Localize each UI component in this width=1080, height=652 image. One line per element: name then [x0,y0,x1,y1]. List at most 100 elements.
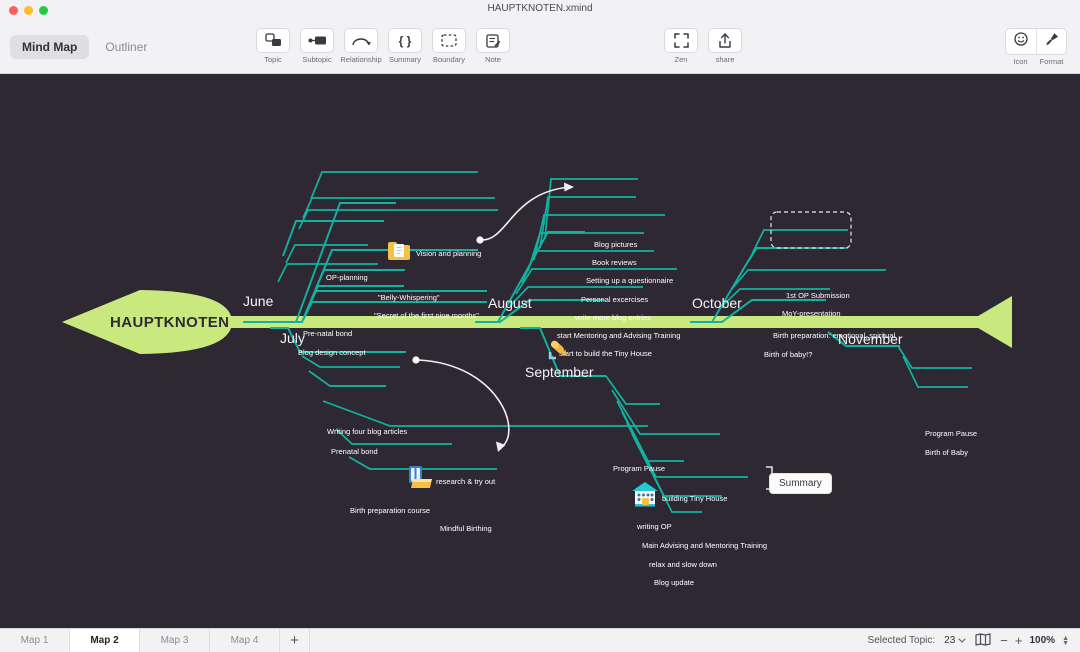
node-august-2[interactable]: Book reviews [592,259,637,267]
summary-icon: { } [388,28,422,53]
month-august-label[interactable]: August [488,296,532,310]
mindmap-graphics [62,171,1012,513]
node-august-4[interactable]: Personal excercises [581,296,648,304]
view-mode-switch: Mind Map Outliner [10,35,159,59]
node-november-2[interactable]: Birth of Baby [925,449,968,457]
brush-icon [1045,32,1059,51]
xmind-window: HAUPTKNOTEN.xmind Mind Map Outliner Topi… [0,0,1080,652]
node-september-house-label[interactable]: building Tiny House [662,495,727,503]
icon-panel-label: Icon [1013,57,1028,66]
map-overview-icon[interactable] [975,632,991,649]
zen-button[interactable]: Zen [661,28,701,64]
node-june-2[interactable]: "Belly-Whispering" [378,294,440,302]
map-tab-4[interactable]: Map 4 [210,629,280,652]
node-june-4[interactable]: Pre-natal bond [303,330,352,338]
relationship-icon [344,28,378,53]
node-august-1[interactable]: Blog pictures [594,241,637,249]
insert-tools-group: Topic Subtopic Relationship {} Summary … [253,28,513,64]
node-august-5[interactable]: write more blog entries [575,314,651,322]
map-tab-2[interactable]: Map 2 [70,629,140,652]
node-september-4[interactable]: relax and slow down [649,561,717,569]
share-button[interactable]: share [705,28,745,64]
format-panel-label: Format [1039,57,1064,66]
node-august-7[interactable]: start to build the Tiny House [559,350,652,358]
selected-topic-count: 23 [944,635,956,646]
zoom-in-button[interactable]: + [1015,633,1023,648]
subtopic-label: Subtopic [302,55,332,64]
map-tab-1[interactable]: Map 1 [0,629,70,652]
summary-button[interactable]: { } Summary [385,28,425,64]
format-panel-button[interactable] [1036,29,1066,54]
node-july-4[interactable]: Mindful Birthing [440,525,492,533]
node-september-2[interactable]: writing OP [637,523,672,531]
node-september-5[interactable]: Blog update [654,579,694,587]
tab-mind-map[interactable]: Mind Map [10,35,90,59]
add-map-button[interactable]: + [280,629,310,652]
selected-topic-count-select[interactable]: 23 [944,635,966,646]
selected-topic-label: Selected Topic: [867,635,936,646]
relationship-arrow-1[interactable] [476,182,574,244]
node-october-2[interactable]: MoY-presentation [782,310,841,318]
status-right-group: Selected Topic: 23 − + 100% ▲ ▼ [868,629,1080,652]
node-september-1[interactable]: Program Pause [613,465,665,473]
node-september-3[interactable]: Main Advising and Mentoring Training [642,542,767,550]
month-july-label[interactable]: July [280,331,305,345]
zen-label: Zen [674,55,688,64]
note-icon [476,28,510,53]
subtopic-icon [300,28,334,53]
june-subbranches [277,171,498,283]
node-november-1[interactable]: Program Pause [925,430,977,438]
boundary-icon [432,28,466,53]
node-october-3[interactable]: Birth preparation: emotional, spiritual [773,332,895,340]
node-july-1[interactable]: Writing four blog articles [327,428,407,436]
node-august-6[interactable]: start Mentoring and Advising Training [557,332,680,340]
boundary-label: Boundary [432,55,466,64]
topic-label: Topic [264,55,282,64]
stepper-down-icon: ▼ [1062,639,1069,647]
month-june-label[interactable]: June [243,294,273,308]
map-tab-3[interactable]: Map 3 [140,629,210,652]
month-september-label[interactable]: September [525,365,593,379]
node-june-3[interactable]: "Secret of the first nine months" [374,312,479,320]
chevron-down-icon [958,635,966,646]
note-label: Note [485,55,501,64]
boundary-button[interactable]: Boundary [429,28,469,64]
september-subbranches [605,375,748,513]
node-july-3[interactable]: Birth preparation course [350,507,430,515]
relationship-arrow-2[interactable] [412,356,510,452]
zoom-level-value: 100% [1029,635,1056,646]
toolbar: Mind Map Outliner Topic Subtopic Relatio… [0,20,1080,74]
month-october-label[interactable]: October [692,296,742,310]
relationship-button[interactable]: Relationship [340,28,382,64]
zoom-out-button[interactable]: − [1000,633,1008,648]
topic-button[interactable]: Topic [253,28,293,64]
tab-outliner[interactable]: Outliner [93,35,159,59]
right-tools-group: Icon Format [1005,28,1067,66]
zen-icon [664,28,698,53]
map-tabs: Map 1 Map 2 Map 3 Map 4 + [0,629,310,652]
relationship-label: Relationship [340,55,382,64]
icon-panel-button[interactable] [1006,29,1036,54]
node-june-1[interactable]: OP-planning [326,274,368,282]
share-icon [708,28,742,53]
topic-icon [256,28,290,53]
node-june-5[interactable]: Blog design concept [298,349,366,357]
note-button[interactable]: Note [473,28,513,64]
node-july-research-label[interactable]: research & try out [436,478,495,486]
title-bar: HAUPTKNOTEN.xmind [0,0,1080,20]
node-october-4[interactable]: Birth of baby!? [764,351,812,359]
mindmap-canvas[interactable]: HAUPTKNOTEN June August October November… [0,74,1080,628]
november-subbranches [897,345,972,388]
node-august-3[interactable]: Setting up a questionnaire [586,277,673,285]
node-june-vision-label[interactable]: Vision and planning [416,250,481,258]
smiley-icon [1014,32,1028,51]
central-topic-label[interactable]: HAUPTKNOTEN [110,314,229,331]
node-july-2[interactable]: Prenatal bond [331,448,378,456]
subtopic-button[interactable]: Subtopic [297,28,337,64]
zoom-controls: − + 100% ▲ ▼ [1000,633,1069,648]
zoom-stepper[interactable]: ▲ ▼ [1062,635,1069,647]
node-october-1[interactable]: 1st OP Submission [786,292,850,300]
share-label: share [715,55,735,64]
summary-label: Summary [388,55,422,64]
summary-node[interactable]: Summary [769,473,832,494]
